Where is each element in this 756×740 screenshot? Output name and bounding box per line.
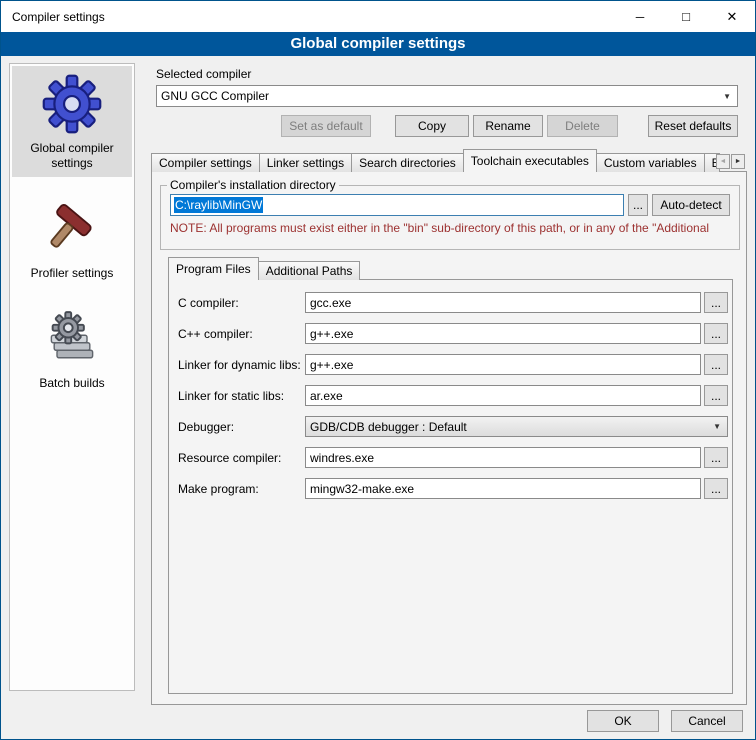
files-subtabs: Program Files Additional Paths — [168, 258, 359, 280]
dynamic-linker-input[interactable] — [305, 354, 701, 375]
resource-compiler-browse-button[interactable]: ... — [704, 447, 728, 468]
debugger-select-value: GDB/CDB debugger : Default — [310, 420, 467, 434]
field-row: Linker for dynamic libs: ... — [178, 354, 728, 375]
cpp-compiler-label: C++ compiler: — [178, 327, 305, 341]
cpp-compiler-input[interactable] — [305, 323, 701, 344]
ok-button[interactable]: OK — [587, 710, 659, 732]
close-icon: ✕ — [727, 9, 738, 25]
sidebar-item-label: Batch builds — [39, 376, 104, 391]
window-title: Compiler settings — [1, 10, 105, 24]
field-row: Linker for static libs: ... — [178, 385, 728, 406]
resource-compiler-label: Resource compiler: — [178, 451, 305, 465]
install-dir-group-title: Compiler's installation directory — [167, 178, 339, 192]
field-row: C++ compiler: ... — [178, 323, 728, 344]
cpp-compiler-browse-button[interactable]: ... — [704, 323, 728, 344]
resource-compiler-input[interactable] — [305, 447, 701, 468]
program-files-panel: C compiler: ... C++ compiler: ... Linker… — [168, 279, 733, 694]
c-compiler-label: C compiler: — [178, 296, 305, 310]
tab-compiler-settings[interactable]: Compiler settings — [151, 153, 260, 172]
install-dir-browse-button[interactable]: ... — [628, 194, 648, 216]
subtab-additional-paths[interactable]: Additional Paths — [258, 261, 361, 280]
arrow-right-icon: ► — [735, 158, 742, 165]
gear-icon — [42, 74, 102, 134]
make-program-browse-button[interactable]: ... — [704, 478, 728, 499]
field-row: Debugger: GDB/CDB debugger : Default ▼ — [178, 416, 728, 437]
hammer-icon — [42, 199, 102, 259]
subtab-program-files[interactable]: Program Files — [168, 257, 259, 280]
window-controls: ─ □ ✕ — [617, 1, 755, 32]
compiler-settings-dialog: Compiler settings ─ □ ✕ Global compiler … — [0, 0, 756, 740]
close-button[interactable]: ✕ — [709, 1, 755, 32]
debugger-label: Debugger: — [178, 420, 305, 434]
compiler-select[interactable]: GNU GCC Compiler ▼ — [156, 85, 738, 107]
tab-scroll-right-button[interactable]: ► — [731, 154, 745, 169]
c-compiler-browse-button[interactable]: ... — [704, 292, 728, 313]
maximize-button[interactable]: □ — [663, 1, 709, 32]
install-dir-note: NOTE: All programs must exist either in … — [170, 221, 730, 235]
chevron-down-icon: ▼ — [713, 422, 723, 431]
rename-button[interactable]: Rename — [473, 115, 543, 137]
sidebar-item-batch-builds[interactable]: Batch builds — [12, 301, 132, 397]
static-linker-input[interactable] — [305, 385, 701, 406]
debugger-select[interactable]: GDB/CDB debugger : Default ▼ — [305, 416, 728, 437]
install-dir-selected-text: C:\raylib\MinGW — [174, 197, 263, 213]
install-dir-input[interactable]: C:\raylib\MinGW — [170, 194, 624, 216]
field-row: C compiler: ... — [178, 292, 728, 313]
selected-compiler-label: Selected compiler — [156, 67, 251, 81]
tab-search-directories[interactable]: Search directories — [351, 153, 464, 172]
auto-detect-button[interactable]: Auto-detect — [652, 194, 730, 216]
tab-scroll-left-button[interactable]: ◄ — [716, 154, 730, 169]
set-as-default-button[interactable]: Set as default — [281, 115, 371, 137]
titlebar: Compiler settings ─ □ ✕ — [1, 1, 755, 32]
dynamic-linker-label: Linker for dynamic libs: — [178, 358, 305, 372]
install-dir-row: C:\raylib\MinGW ... Auto-detect — [170, 194, 730, 216]
minimize-icon: ─ — [636, 10, 645, 24]
static-linker-label: Linker for static libs: — [178, 389, 305, 403]
copy-button[interactable]: Copy — [395, 115, 469, 137]
minimize-button[interactable]: ─ — [617, 1, 663, 32]
delete-button[interactable]: Delete — [547, 115, 618, 137]
arrow-left-icon: ◄ — [720, 158, 727, 165]
c-compiler-input[interactable] — [305, 292, 701, 313]
tab-custom-variables[interactable]: Custom variables — [596, 153, 705, 172]
make-program-label: Make program: — [178, 482, 305, 496]
toolchain-executables-panel: Compiler's installation directory C:\ray… — [151, 171, 747, 705]
field-row: Make program: ... — [178, 478, 728, 499]
compiler-select-value: GNU GCC Compiler — [161, 89, 269, 103]
cancel-button[interactable]: Cancel — [671, 710, 743, 732]
maximize-icon: □ — [682, 9, 690, 24]
tab-linker-settings[interactable]: Linker settings — [259, 153, 352, 172]
reset-defaults-button[interactable]: Reset defaults — [648, 115, 738, 137]
dynamic-linker-browse-button[interactable]: ... — [704, 354, 728, 375]
sidebar-item-global-compiler-settings[interactable]: Global compiler settings — [12, 66, 132, 177]
sidebar-item-profiler-settings[interactable]: Profiler settings — [12, 191, 132, 287]
sidebar-item-label: Profiler settings — [31, 266, 114, 281]
dialog-banner-title: Global compiler settings — [1, 32, 755, 56]
install-dir-group: Compiler's installation directory C:\ray… — [160, 178, 740, 250]
main-content: Selected compiler GNU GCC Compiler ▼ Set… — [146, 56, 749, 705]
field-row: Resource compiler: ... — [178, 447, 728, 468]
chevron-down-icon: ▼ — [723, 92, 733, 101]
make-program-input[interactable] — [305, 478, 701, 499]
static-linker-browse-button[interactable]: ... — [704, 385, 728, 406]
batch-gears-icon — [42, 309, 102, 369]
sidebar-item-label: Global compiler settings — [14, 141, 130, 171]
tab-toolchain-executables[interactable]: Toolchain executables — [463, 149, 597, 172]
settings-sidebar: Global compiler settings Profiler settin… — [9, 63, 135, 691]
settings-tabstrip: Compiler settings Linker settings Search… — [151, 149, 747, 172]
